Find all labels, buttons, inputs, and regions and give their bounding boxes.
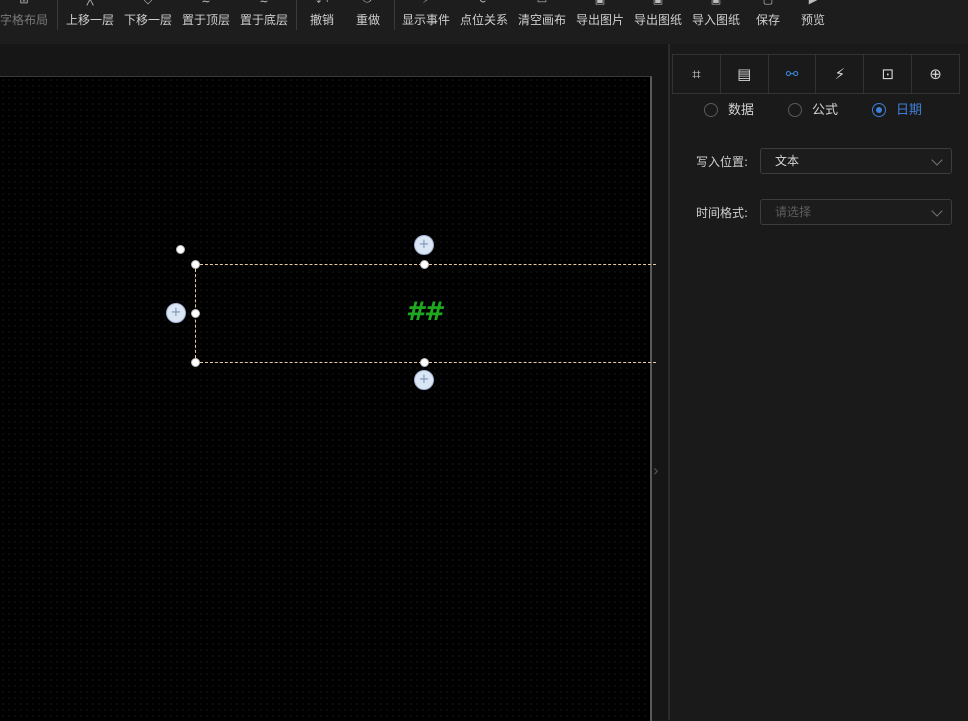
toolbar-button-clear-canvas[interactable]: ▭ 清空画布	[516, 0, 568, 44]
collapse-panel-chevron-icon[interactable]: ›	[650, 436, 662, 506]
element-text[interactable]: ##	[404, 297, 444, 327]
lightning-icon: ⚡	[834, 65, 846, 83]
data-link-icon: ⚯	[785, 65, 799, 83]
radio-circle	[788, 103, 802, 117]
toolbar-label: 字格布局	[0, 13, 48, 27]
toolbar-label: 置于顶层	[181, 13, 230, 27]
drawing-canvas[interactable]: + + + ##	[0, 76, 656, 721]
toolbar-button-move-down[interactable]: ◇ 下移一层	[122, 0, 174, 44]
toolbar-button-export-image[interactable]: ▣ 导出图片	[574, 0, 626, 44]
arrow-down-icon: ◇	[142, 0, 154, 6]
toolbar-button-preview[interactable]: ▶ 预览	[797, 0, 829, 44]
export-image-icon: ▣	[594, 0, 606, 6]
document-settings-icon: ▤	[737, 65, 752, 83]
chevron-down-icon	[931, 154, 943, 166]
toolbar-button-save[interactable]: ▢ 保存	[752, 0, 784, 44]
resize-handle-top-middle[interactable]	[420, 260, 429, 269]
radio-label: 公式	[812, 103, 839, 118]
export-drawing-icon: ▣	[652, 0, 664, 6]
resize-handle-middle-left[interactable]	[191, 309, 200, 318]
layers-bottom-icon: ≋	[258, 0, 270, 6]
toolbar-label: 置于底层	[239, 13, 288, 27]
tab-style[interactable]: ▤	[721, 55, 769, 93]
radio-circle	[872, 103, 886, 117]
toolbar-label: 上移一层	[65, 13, 114, 27]
trash-icon: ▭	[536, 0, 548, 6]
rotate-handle[interactable]	[176, 245, 185, 254]
write-position-value: 文本	[775, 154, 800, 168]
tab-node[interactable]: ⌗	[673, 55, 721, 93]
import-drawing-icon: ▣	[710, 0, 722, 6]
panel-tab-bar: ⌗ ▤ ⚯ ⚡ ⊡ ⊕	[672, 54, 960, 94]
toolbar-label: 预览	[800, 13, 825, 27]
toolbar-button-show-events[interactable]: ⚡ 显示事件	[400, 0, 452, 44]
toolbar-label: 清空画布	[517, 13, 566, 27]
toolbar-button-import-drawing[interactable]: ▣ 导入图纸	[690, 0, 742, 44]
tab-layout[interactable]: ⊡	[864, 55, 913, 93]
time-format-placeholder: 请选择	[775, 205, 812, 219]
toolbar-label: 保存	[755, 13, 780, 27]
tab-events[interactable]: ⚡	[816, 55, 865, 93]
toolbar-label: 点位关系	[459, 13, 508, 27]
properties-panel: ⌗ ▤ ⚯ ⚡ ⊡ ⊕ 数据 公式 日期 写入位置: 文本 时间格式: 请选择	[668, 44, 968, 720]
toolbar-label: 撤销	[309, 13, 334, 27]
toolbar-label: 导出图纸	[633, 13, 682, 27]
connection-anchor-left-plus-icon[interactable]: +	[166, 303, 186, 323]
chevron-down-icon	[931, 205, 943, 217]
radio-label: 日期	[896, 103, 923, 118]
radio-label: 数据	[728, 103, 755, 118]
write-position-select[interactable]: 文本	[760, 148, 952, 174]
grid-icon: ⊞	[18, 0, 30, 6]
connection-anchor-bottom-plus-icon[interactable]: +	[414, 370, 434, 390]
tab-data-binding[interactable]: ⚯	[769, 55, 817, 93]
layout-icon: ⊡	[881, 65, 895, 83]
toolbar-button-grid-layout[interactable]: ⊞ 字格布局	[0, 0, 50, 44]
resize-handle-bottom-middle[interactable]	[420, 358, 429, 367]
lightning-icon: ⚡	[420, 0, 432, 6]
relation-icon: ⟳	[478, 0, 490, 6]
toolbar-label: 下移一层	[123, 13, 172, 27]
toolbar-button-point-relation[interactable]: ⟳ 点位关系	[458, 0, 510, 44]
source-type-radio-group: 数据 公式 日期	[704, 102, 964, 122]
toolbar-label: 导出图片	[575, 13, 624, 27]
toolbar-button-send-to-bottom[interactable]: ≋ 置于底层	[238, 0, 290, 44]
toolbar-label: 显示事件	[401, 13, 450, 27]
toolbar-button-bring-to-top[interactable]: ≋ 置于顶层	[180, 0, 232, 44]
toolbar-button-move-up[interactable]: ╳ 上移一层	[64, 0, 116, 44]
toolbar-divider	[394, 0, 395, 30]
redo-icon: ⤻	[362, 0, 374, 6]
toolbar: ⊞ 字格布局 ╳ 上移一层 ◇ 下移一层 ≋ 置于顶层 ≋ 置于底层 ⤺ 撤销 …	[0, 0, 968, 45]
toolbar-label: 导入图纸	[691, 13, 740, 27]
toolbar-button-undo[interactable]: ⤺ 撤销	[304, 0, 340, 44]
toolbar-divider	[296, 0, 297, 30]
toolbar-divider	[57, 0, 58, 30]
node-frame-icon: ⌗	[692, 65, 701, 83]
target-icon: ⊕	[929, 65, 942, 83]
toolbar-label: 重做	[355, 13, 380, 27]
write-position-label: 写入位置:	[696, 155, 749, 169]
tab-position[interactable]: ⊕	[912, 55, 959, 93]
toolbar-button-export-drawing[interactable]: ▣ 导出图纸	[632, 0, 684, 44]
canvas-area: + + + ## ›	[0, 44, 668, 721]
undo-icon: ⤺	[316, 0, 328, 6]
connection-anchor-top-plus-icon[interactable]: +	[414, 235, 434, 255]
resize-handle-top-left[interactable]	[191, 260, 200, 269]
time-format-select[interactable]: 请选择	[760, 199, 952, 225]
toolbar-button-redo[interactable]: ⤻ 重做	[350, 0, 386, 44]
save-icon: ▢	[762, 0, 774, 6]
radio-circle	[704, 103, 718, 117]
layers-top-icon: ≋	[200, 0, 212, 6]
time-format-label: 时间格式:	[696, 206, 749, 220]
arrow-up-icon: ╳	[84, 0, 96, 6]
play-icon: ▶	[807, 0, 819, 6]
resize-handle-bottom-left[interactable]	[191, 358, 200, 367]
